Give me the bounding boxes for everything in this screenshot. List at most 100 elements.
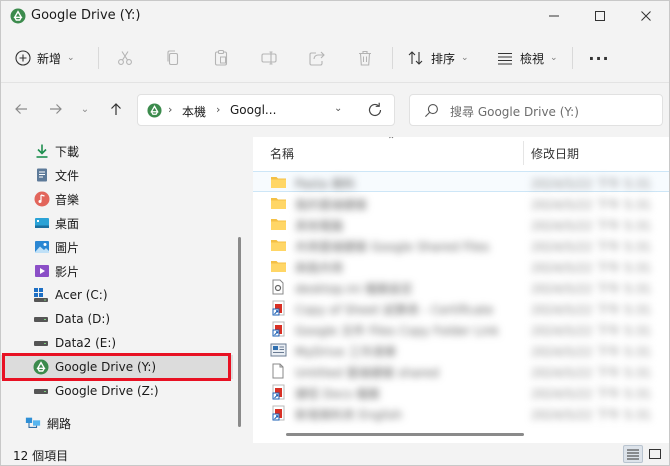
navigation-bar: ⌄ › 本機 › Googl... ⌄ 搜尋 Google Drive (Y:) — [1, 84, 669, 136]
table-row[interactable]: Google 文件 Files Copy Folder Link 2024/5/… — [253, 319, 669, 340]
more-options-button[interactable]: ··· — [587, 47, 611, 69]
sidebar-item-documents[interactable]: 文件 — [1, 163, 233, 187]
sidebar-item-drive-c[interactable]: Acer (C:) — [1, 283, 233, 307]
sidebar-item-network[interactable]: 網路 — [1, 411, 233, 435]
file-date: 2024/5/22 下午 5:31 — [531, 177, 652, 191]
refresh-icon[interactable] — [366, 101, 384, 119]
table-row[interactable]: MyDrive 工作清單 2024/5/22 下午 5:31 — [253, 340, 669, 361]
view-button[interactable]: 檢視 ⌄ — [496, 47, 558, 69]
shortcut-icon — [272, 405, 285, 421]
file-date: 2024/5/22 下午 5:31 — [531, 282, 652, 296]
column-header-date-modified[interactable]: 修改日期 — [531, 145, 579, 162]
table-row[interactable]: Untitled 雲端硬碟 shared 2024/5/22 下午 5:31 — [253, 361, 669, 382]
shortcut-icon — [272, 384, 285, 400]
new-button[interactable]: 新增 ⌄ — [15, 45, 75, 71]
pictures-icon — [34, 239, 50, 255]
sort-button[interactable]: 排序 ⌄ — [407, 47, 469, 69]
up-button[interactable] — [107, 100, 125, 118]
file-name: desktop.ini 檔案設定 — [295, 282, 413, 296]
sidebar-item-music[interactable]: 音樂 — [1, 187, 233, 211]
folder-icon — [271, 240, 286, 251]
table-row[interactable]: 新增資料夾 English 2024/5/22 下午 5:31 — [253, 403, 669, 424]
folder-icon — [271, 219, 286, 230]
view-icon — [498, 52, 512, 65]
search-input[interactable]: 搜尋 Google Drive (Y:) — [450, 103, 579, 120]
chevron-down-icon: ⌄ — [80, 103, 90, 115]
settings-file-icon — [272, 279, 284, 295]
item-count: 12 個項目 — [13, 449, 69, 463]
rename-button[interactable] — [259, 48, 279, 68]
more-icon: ··· — [588, 48, 610, 68]
share-button[interactable] — [307, 48, 327, 68]
sidebar-item-google-drive-y[interactable]: Google Drive (Y:) — [1, 355, 233, 379]
address-history-dropdown[interactable]: ⌄ — [334, 103, 342, 114]
horizontal-scrollbar[interactable] — [286, 433, 524, 436]
paste-icon — [214, 49, 228, 66]
sidebar-item-videos[interactable]: 影片 — [1, 259, 233, 283]
breadcrumb-google-drive[interactable]: Googl... — [230, 103, 276, 117]
tiles-view-button[interactable] — [645, 445, 665, 463]
folder-icon — [271, 198, 286, 209]
sidebar-item-label: 下載 — [55, 144, 80, 159]
chevron-down-icon: ⌄ — [550, 53, 558, 63]
folder-icon — [271, 261, 286, 272]
file-name: 其他電腦 — [295, 219, 344, 233]
cut-icon — [118, 51, 132, 65]
sort-ascending-icon: ⌃ — [387, 137, 396, 146]
sidebar-item-label: 文件 — [55, 168, 80, 183]
breadcrumb-separator[interactable]: › — [216, 103, 220, 116]
sidebar-item-google-drive-z[interactable]: Google Drive (Z:) — [1, 379, 233, 403]
sidebar-scrollbar[interactable] — [238, 237, 241, 427]
title-bar[interactable]: Google Drive (Y:) — [1, 1, 669, 33]
column-header-name[interactable]: 名稱 — [270, 145, 294, 162]
sidebar-item-label: Google Drive (Y:) — [55, 360, 157, 374]
sidebar-item-desktop[interactable]: 桌面 — [1, 211, 233, 235]
command-bar: 新增 ⌄ 排序 ⌄ 檢視 ⌄ ··· — [1, 33, 669, 83]
maximize-icon — [595, 11, 605, 21]
file-name: Untitled 雲端硬碟 shared — [295, 366, 439, 380]
details-view-button[interactable] — [623, 445, 643, 463]
sidebar-item-drive-e[interactable]: Data2 (E:) — [1, 331, 233, 355]
copy-button[interactable] — [163, 48, 183, 68]
close-button[interactable] — [623, 1, 669, 31]
sidebar-item-label: Acer (C:) — [55, 288, 108, 302]
sidebar-item-downloads[interactable]: 下載 — [1, 139, 233, 163]
file-date: 2024/5/22 下午 5:31 — [531, 198, 652, 212]
window-title: Google Drive (Y:) — [31, 8, 141, 23]
breadcrumb-this-pc[interactable]: 本機 — [182, 103, 206, 120]
table-row[interactable]: 共用雲端硬碟 Google Shared Files 2024/5/22 下午 … — [253, 235, 669, 256]
delete-button[interactable] — [355, 48, 375, 68]
forward-button[interactable] — [47, 100, 65, 118]
table-row[interactable]: 我的雲端硬碟 2024/5/22 下午 5:31 — [253, 193, 669, 214]
column-divider[interactable] — [523, 141, 524, 165]
address-bar[interactable]: › 本機 › Googl... ⌄ — [137, 94, 395, 126]
table-row[interactable]: Copy of Sheet 試算表 - Certificate 2024/5/2… — [253, 298, 669, 319]
folder-icon — [271, 177, 286, 188]
table-row[interactable]: 捷徑 Docs 檔案 2024/5/22 下午 5:31 — [253, 382, 669, 403]
file-date: 2024/5/22 下午 5:31 — [531, 240, 652, 254]
paste-button[interactable] — [211, 48, 231, 68]
cut-button[interactable] — [115, 48, 135, 68]
table-row[interactable]: 其他電腦 2024/5/22 下午 5:31 — [253, 214, 669, 235]
chevron-down-icon: ⌄ — [67, 53, 75, 63]
sidebar-item-label: Data2 (E:) — [55, 336, 117, 350]
back-button[interactable] — [12, 100, 30, 118]
copy-icon — [167, 50, 179, 66]
file-date: 2024/5/22 下午 5:31 — [531, 366, 652, 380]
maximize-button[interactable] — [577, 1, 623, 31]
file-name: 我的雲端硬碟 — [295, 198, 368, 212]
google-drive-icon — [10, 8, 26, 24]
search-box[interactable]: 搜尋 Google Drive (Y:) — [409, 94, 663, 126]
minimize-button[interactable] — [531, 1, 577, 31]
sidebar-item-drive-d[interactable]: Data (D:) — [1, 307, 233, 331]
shortcut-icon — [272, 300, 285, 316]
file-name: 共用雲端硬碟 Google Shared Files — [295, 240, 490, 254]
status-bar: 12 個項目 — [1, 443, 669, 465]
table-row[interactable]: Pasta 資料 2024/5/22 下午 5:31 — [253, 171, 669, 192]
table-row[interactable]: 與我共用 2024/5/22 下午 5:31 — [253, 256, 669, 277]
breadcrumb-separator[interactable]: › — [168, 103, 172, 116]
table-row[interactable]: desktop.ini 檔案設定 2024/5/22 下午 5:31 — [253, 277, 669, 298]
recent-locations-button[interactable]: ⌄ — [78, 100, 92, 118]
sidebar-item-pictures[interactable]: 圖片 — [1, 235, 233, 259]
details-view-icon — [627, 449, 639, 460]
